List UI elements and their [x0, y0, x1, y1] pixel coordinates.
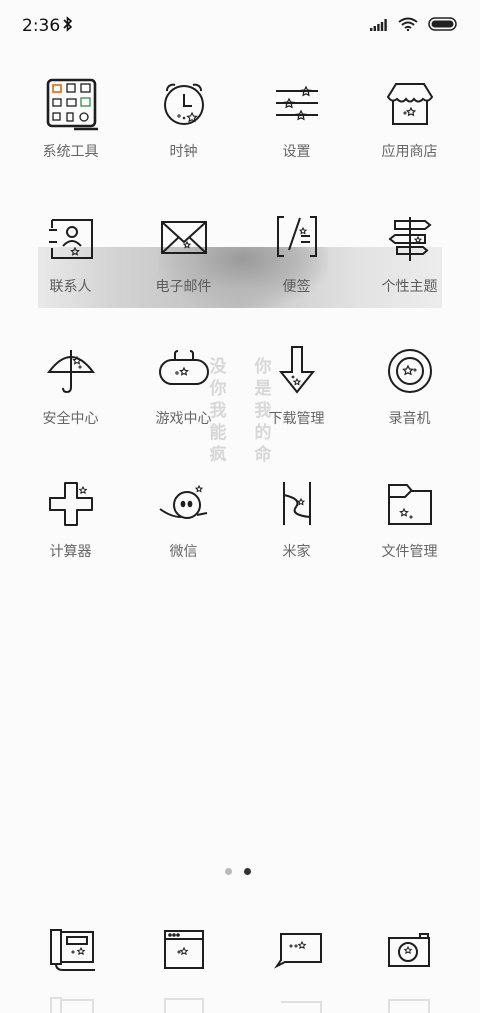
app-label: 录音机	[388, 411, 431, 427]
toolbox-icon	[44, 77, 102, 131]
app-clock[interactable]: 时钟	[127, 77, 240, 187]
umbrella-icon	[44, 344, 98, 398]
app-email[interactable]: 电子邮件	[127, 212, 240, 322]
app-security-center[interactable]: 安全中心	[14, 344, 127, 454]
calculator-icon	[44, 477, 98, 531]
app-label: 安全中心	[42, 411, 99, 427]
page-dot-active[interactable]	[244, 868, 251, 875]
mijia-icon	[270, 477, 324, 531]
app-game-center[interactable]: 游戏中心	[127, 344, 240, 454]
phone-icon	[45, 929, 99, 984]
store-icon	[383, 77, 437, 131]
gamepad-icon	[157, 344, 211, 398]
mail-icon	[157, 212, 211, 266]
dock-reflection	[45, 994, 99, 1013]
signpost-icon	[383, 212, 437, 266]
app-wechat[interactable]: 微信	[127, 477, 240, 587]
wechat-icon	[157, 477, 211, 531]
dock-reflection	[384, 994, 438, 1013]
signal-icon	[370, 16, 388, 35]
app-label: 个性主题	[381, 279, 438, 295]
contacts-icon	[44, 212, 98, 266]
app-label: 设置	[282, 144, 311, 160]
status-bar: 2:36	[0, 0, 480, 52]
app-recorder[interactable]: 录音机	[353, 344, 466, 454]
dock-reflection	[158, 994, 212, 1013]
recorder-icon	[383, 344, 437, 398]
app-label: 文件管理	[381, 544, 438, 560]
app-label: 时钟	[169, 144, 198, 160]
app-label: 系统工具	[42, 144, 99, 160]
dock-browser[interactable]	[158, 926, 212, 980]
app-file-manager[interactable]: 文件管理	[353, 477, 466, 587]
download-arrow-icon	[270, 344, 324, 398]
wifi-icon	[398, 16, 418, 35]
browser-icon	[158, 930, 212, 984]
app-label: 便签	[282, 279, 311, 295]
page-dot[interactable]	[225, 868, 232, 875]
app-label: 计算器	[49, 544, 92, 560]
clock-icon	[157, 77, 211, 131]
app-label: 游戏中心	[155, 411, 212, 427]
app-download-manager[interactable]: 下载管理	[240, 344, 353, 454]
app-label: 米家	[282, 544, 311, 560]
app-notes[interactable]: 便签	[240, 212, 353, 322]
messages-icon	[271, 933, 325, 984]
page-indicator[interactable]	[225, 868, 251, 875]
camera-icon	[384, 933, 438, 984]
dock-messages[interactable]	[271, 926, 325, 980]
app-themes[interactable]: 个性主题	[353, 212, 466, 322]
app-label: 微信	[169, 544, 198, 560]
notes-icon	[270, 212, 324, 266]
dock-camera[interactable]	[384, 926, 438, 980]
status-time: 2:36	[22, 16, 61, 36]
battery-icon	[428, 16, 458, 35]
app-store[interactable]: 应用商店	[353, 77, 466, 187]
app-mijia[interactable]: 米家	[240, 477, 353, 587]
app-settings[interactable]: 设置	[240, 77, 353, 187]
app-label: 电子邮件	[155, 279, 212, 295]
bluetooth-icon	[63, 16, 73, 36]
app-contacts[interactable]: 联系人	[14, 212, 127, 322]
app-calculator[interactable]: 计算器	[14, 477, 127, 587]
folder-icon	[383, 477, 437, 531]
app-label: 联系人	[49, 279, 92, 295]
dock-reflection	[271, 994, 325, 1013]
app-label: 应用商店	[381, 144, 438, 160]
app-label: 下载管理	[268, 411, 325, 427]
settings-sliders-icon	[270, 77, 324, 131]
dock-phone[interactable]	[45, 926, 99, 980]
app-system-tools[interactable]: 系统工具	[14, 77, 127, 187]
